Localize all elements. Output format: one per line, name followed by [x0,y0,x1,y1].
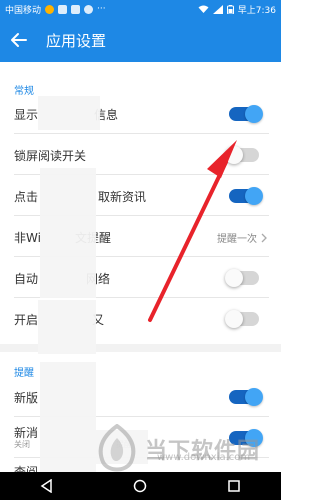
watermark-url: www.downxia.com [157,452,251,463]
nav-home-icon[interactable] [133,479,147,493]
navigation-bar [0,472,281,500]
nav-recents-icon[interactable] [227,479,241,493]
watermark-logo-icon [98,424,136,472]
watermark: 当下软件园 [95,424,260,474]
nav-back-icon[interactable] [40,479,54,493]
